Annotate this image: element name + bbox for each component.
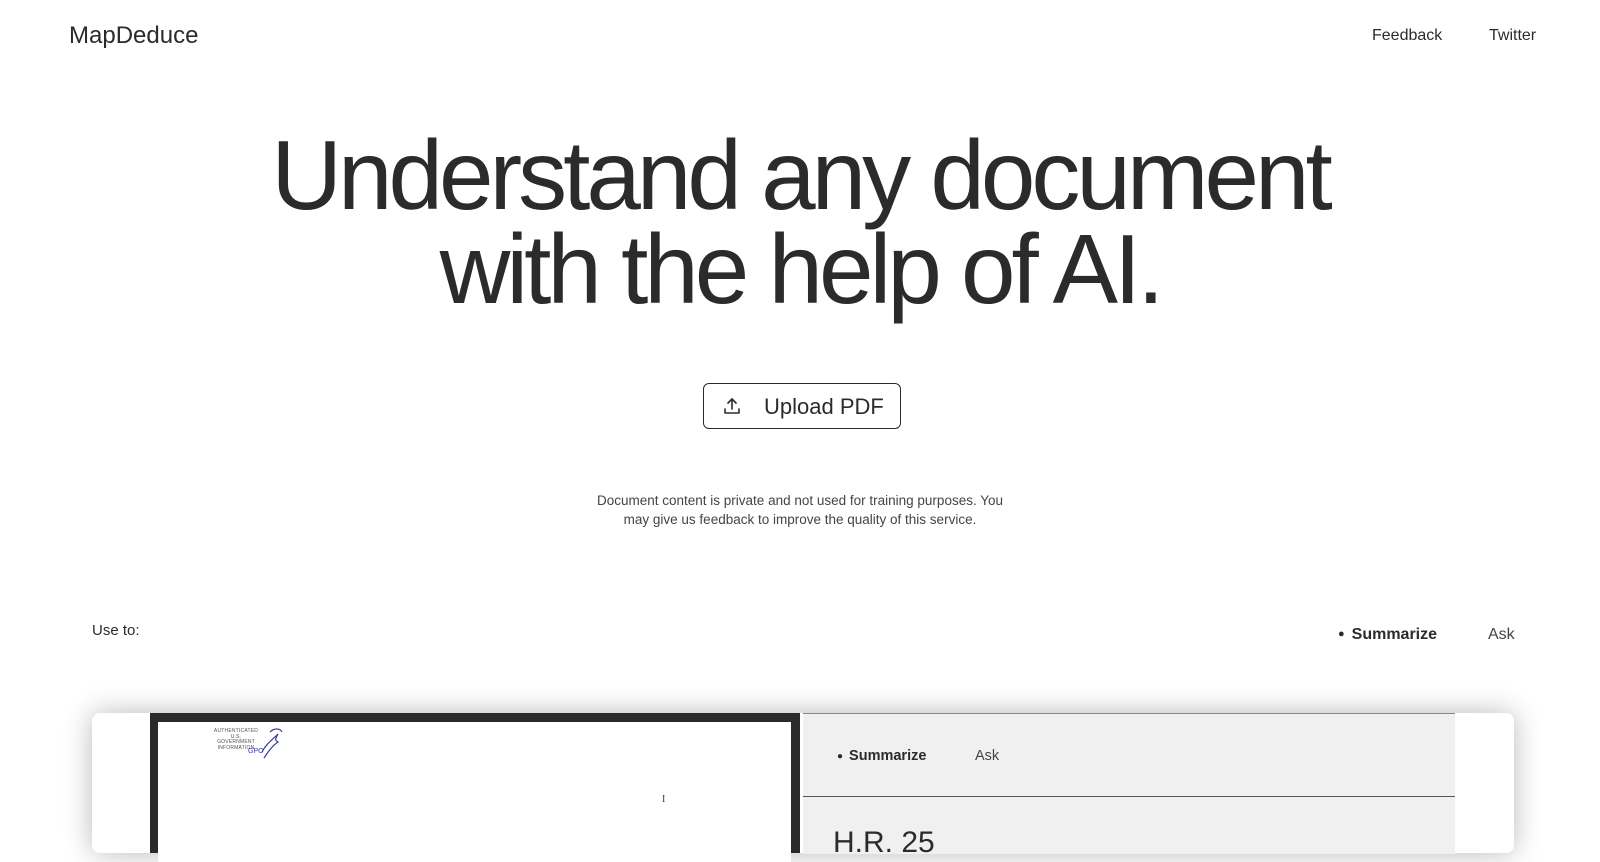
hero-title: Understand any document with the help of… xyxy=(0,120,1600,324)
demo-preview: AUTHENTICATED U.S. GOVERNMENT INFORMATIO… xyxy=(92,713,1514,862)
privacy-notice: Document content is private and not used… xyxy=(560,491,1040,529)
panel-tabs: Summarize Ask xyxy=(803,714,1455,797)
use-to-label: Use to: xyxy=(92,622,140,639)
nav-feedback-link[interactable]: Feedback xyxy=(1372,27,1442,45)
hero-line-2: with the help of AI. xyxy=(439,214,1165,324)
document-mark: I xyxy=(662,794,666,805)
panel-heading: H.R. 25 xyxy=(833,826,935,859)
nav-twitter-link[interactable]: Twitter xyxy=(1489,27,1536,45)
site-header: MapDeduce Feedback Twitter xyxy=(0,0,1600,78)
hero-line-1: Understand any document xyxy=(271,120,1333,230)
privacy-line-1: Document content is private and not used… xyxy=(596,493,1003,508)
privacy-line-2: may give us feedback to improve the qual… xyxy=(623,512,977,527)
panel-tab-ask[interactable]: Ask xyxy=(975,748,999,764)
gpo-seal-icon: AUTHENTICATED U.S. GOVERNMENT INFORMATIO… xyxy=(212,726,284,762)
panel-tab-summarize[interactable]: Summarize xyxy=(837,748,926,764)
document-page: AUTHENTICATED U.S. GOVERNMENT INFORMATIO… xyxy=(158,722,791,862)
upload-icon xyxy=(722,396,742,416)
gpo-label: GPO xyxy=(248,748,264,755)
logo[interactable]: MapDeduce xyxy=(69,22,198,50)
tab-summarize[interactable]: Summarize xyxy=(1338,626,1437,644)
tab-ask[interactable]: Ask xyxy=(1488,626,1515,644)
summary-panel: Summarize Ask H.R. 25 xyxy=(803,713,1455,859)
upload-pdf-label: Upload PDF xyxy=(764,394,884,419)
upload-pdf-button[interactable]: Upload PDF xyxy=(703,383,901,429)
document-viewer: AUTHENTICATED U.S. GOVERNMENT INFORMATIO… xyxy=(150,713,800,862)
